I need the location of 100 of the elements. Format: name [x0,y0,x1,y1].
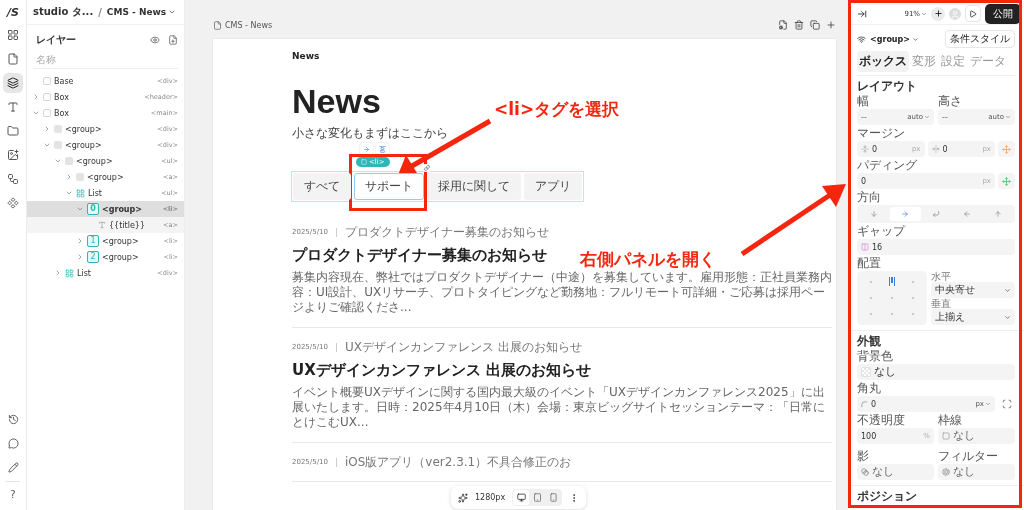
chevron-down-icon [921,10,927,17]
component-icon [7,197,19,209]
direction-option[interactable] [889,207,921,221]
filter-tab[interactable]: 採用に関して [427,173,521,200]
gap-field[interactable]: 16 [857,239,1015,255]
plus-icon [933,9,943,18]
field-label: 配置 [857,257,882,270]
app-logo[interactable]: /S [7,5,19,21]
play-icon [969,9,977,18]
layer-name: <group> [102,236,139,246]
article-category: プロダクトデザイナー募集のお知らせ [344,223,549,241]
user-icon [950,9,960,20]
vertical-icon [861,145,869,153]
history-icon [7,413,19,425]
article-category: UXデザインカンファレンス 出展のお知らせ [344,338,582,356]
border-field[interactable]: なし [938,428,1015,444]
field-label: 方向 [857,191,882,204]
field-label: マージン [857,127,906,140]
sparkles-icon[interactable] [458,492,468,503]
eye-icon[interactable] [150,35,160,45]
filter-tab[interactable]: すべて [293,173,351,200]
corners-icon[interactable] [1001,399,1012,409]
project-name[interactable]: studio タ... [33,5,94,19]
padding-toggle[interactable] [998,173,1015,189]
annotation-label: 右側パネルを開く [580,248,716,271]
avatar[interactable] [949,7,961,20]
align-button[interactable] [376,143,389,155]
shadow-field[interactable]: なし [857,464,934,480]
layer-name: <group> [76,156,113,166]
vertical-select[interactable]: 上揃え [931,309,1015,325]
tablet-icon [532,493,542,502]
chat-icon [7,437,19,449]
trash-icon[interactable] [794,20,804,30]
filter-tab[interactable]: サポート [354,173,424,200]
publish-button[interactable]: 公開 [985,3,1021,24]
monitor-button[interactable] [513,490,530,505]
chevron-down-icon[interactable] [31,109,40,117]
grid-icon [65,268,74,278]
plus-icon[interactable] [826,20,836,30]
swatch [861,367,871,377]
layer-name: Box [54,92,69,102]
chevron-down-icon [1004,286,1011,294]
layer-name: {{title}} [109,220,145,230]
field-label: 高さ [938,95,963,108]
direction-button[interactable] [360,143,373,155]
add-button[interactable] [931,6,945,21]
chevron-down-icon[interactable] [64,189,73,197]
article-title[interactable]: プロダクトデザイナー募集のお知らせ [292,245,547,265]
section-title: 外観 [857,335,882,348]
return-icon [932,210,940,218]
radius-icon [861,400,868,408]
margin-toggle[interactable] [998,141,1015,157]
field-label: 垂直 [931,298,952,309]
field-label: 背景色 [857,350,894,363]
layers-button[interactable] [3,73,23,93]
phone-icon [548,493,558,502]
article-title[interactable]: UXデザインカンファレンス 出展のお知らせ [292,360,591,380]
field-label: 影 [857,450,870,463]
square-icon [942,432,950,440]
move-icon [1002,144,1011,154]
pencil-icon [7,461,19,473]
index-badge: 1 [87,235,99,247]
section-title: レイアウト [857,80,918,93]
link-button[interactable] [422,164,432,172]
panel-tab[interactable]: ボックス [857,51,909,72]
chevron-down-icon[interactable] [53,157,62,165]
page-selector[interactable]: CMS - News [106,7,177,17]
text-icon [98,221,106,229]
file-plus-icon[interactable] [168,35,178,45]
chevron-down-icon [1004,313,1011,321]
copy-icon[interactable] [810,20,820,30]
expand-icon[interactable] [857,8,867,19]
filter-field[interactable]: なし [938,464,1015,480]
aperture-icon [942,468,950,476]
chevron-down-icon[interactable] [42,141,51,149]
arrow-left-icon [962,210,971,218]
preview-button[interactable] [965,5,981,22]
horizontal-select[interactable]: 中央寄せ [931,282,1015,298]
align-icon [379,145,386,153]
layer-name: <group> [102,204,142,214]
panel-title: レイヤー [36,33,76,47]
help-button[interactable]: ? [10,486,16,504]
horizontal-icon [931,145,940,153]
move-icon [1002,176,1011,186]
search-field[interactable]: 名称 [33,51,178,69]
chevron-down-icon[interactable] [75,205,84,213]
file-icon [7,53,19,65]
file-settings-icon[interactable] [778,20,788,30]
workflow-icon [7,173,19,185]
background-field[interactable]: なし [857,364,1015,380]
page-label: CMS - News [225,20,273,30]
grid-icon [7,29,19,41]
element-selector[interactable]: <group> [870,34,919,44]
filter-tab[interactable]: アプリ [524,173,582,200]
type-icon [7,101,19,113]
chevron-down-icon [168,8,177,16]
layer-name: <group> [65,140,102,150]
breadcrumb-separator: / [98,6,102,18]
conditional-style-button[interactable]: 条件スタイル [945,30,1015,48]
wifi-icon [857,34,866,44]
